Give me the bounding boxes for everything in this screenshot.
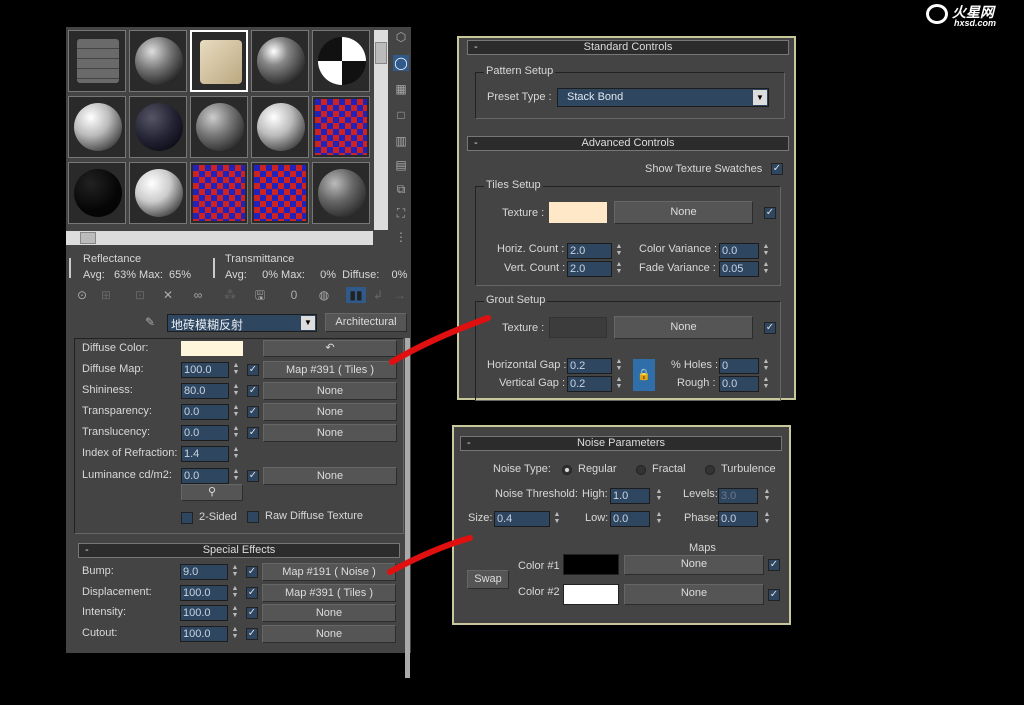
annotation-strokes [387,315,491,575]
annotation-arrow-tiles [389,315,491,365]
annotation-arrow-noise [387,535,473,575]
